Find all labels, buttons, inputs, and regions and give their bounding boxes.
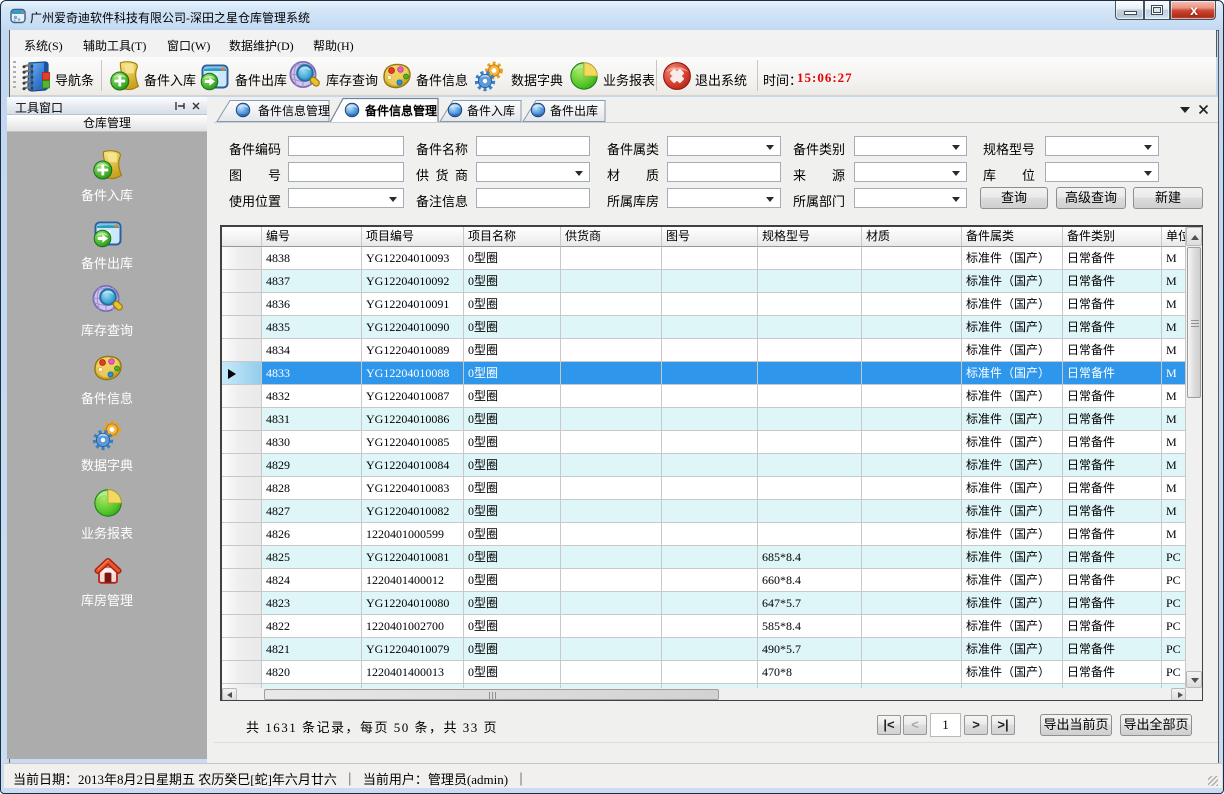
svg-text:备件信息管理: 备件信息管理 xyxy=(364,103,437,118)
svg-text:备件入库: 备件入库 xyxy=(467,103,515,118)
svg-text:备件信息管理: 备件信息管理 xyxy=(258,103,330,118)
svg-text:备件出库: 备件出库 xyxy=(550,103,598,118)
